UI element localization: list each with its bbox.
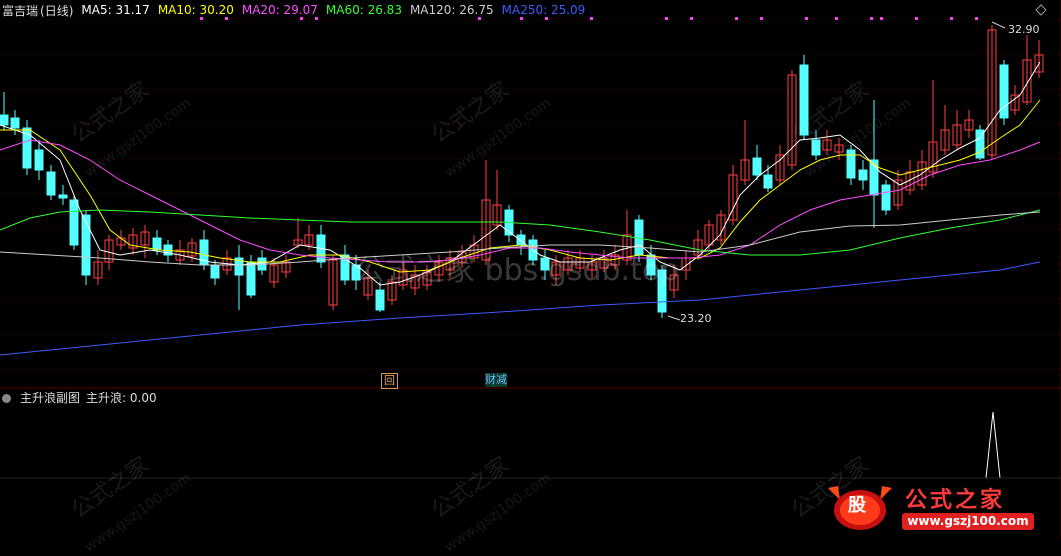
candle-body [799, 64, 809, 136]
candle-body [540, 257, 550, 271]
event-dot [880, 17, 883, 20]
logo-text: 公式之家 [905, 488, 1006, 513]
candle-body [246, 261, 256, 296]
event-dot [835, 17, 838, 20]
candle-body [81, 214, 91, 276]
sub-panel-indicator [0, 411, 1061, 479]
event-marker-financial[interactable]: 财减 [485, 373, 507, 387]
candle-body [10, 117, 20, 129]
candle-body [375, 289, 385, 311]
ma10-value: MA10: 30.20 [157, 3, 234, 17]
candle-body [69, 199, 79, 246]
ma250-line [0, 261, 1041, 356]
indicator-spike [985, 411, 1001, 479]
sub-panel-value: 主升浪: 0.00 [86, 390, 157, 405]
event-dot [915, 17, 918, 20]
low-pointer [667, 315, 681, 321]
candle-body [152, 237, 162, 251]
high-price-label: 32.90 [1008, 23, 1040, 36]
kline-chart[interactable] [0, 0, 1061, 537]
ma5-line [0, 61, 1041, 286]
ma250-value: MA250: 25.09 [501, 3, 586, 17]
low-price-label: 23.20 [680, 312, 712, 325]
candle-body [516, 234, 526, 246]
candle-body [763, 174, 773, 189]
candle-body [210, 264, 220, 279]
candle-body [999, 64, 1009, 119]
ma60-value: MA60: 26.83 [325, 3, 402, 17]
candle-body [858, 169, 868, 181]
ma120-value: MA120: 26.75 [409, 3, 494, 17]
sub-panel-legend: 主升浪副图 主升浪: 0.00 [2, 389, 157, 405]
candle-body [846, 149, 856, 179]
logo-url: www.gszj100.com [902, 513, 1034, 530]
candlesticks [0, 21, 1044, 321]
diamond-icon [1035, 4, 1047, 16]
event-dot [735, 17, 738, 20]
event-dot [975, 17, 978, 20]
candle-body [46, 171, 56, 196]
period-label[interactable]: (日线) [40, 2, 73, 19]
chevron-down-icon[interactable] [2, 393, 11, 403]
logo-emblem-text: 股 [848, 495, 866, 516]
candle-body [58, 194, 68, 199]
event-dot [690, 17, 693, 20]
candle-body [0, 114, 9, 126]
event-dot [870, 17, 873, 20]
event-dot [590, 17, 593, 20]
event-dot [760, 17, 763, 20]
main-legend: 富吉瑞 (日线) MA5: 31.17 MA10: 30.20 MA20: 29… [2, 2, 585, 18]
candle-body [881, 184, 891, 211]
stock-name[interactable]: 富吉瑞 [2, 2, 38, 19]
event-dot [665, 17, 668, 20]
ma5-value: MA5: 31.17 [81, 3, 150, 17]
event-dot [805, 17, 808, 20]
candle-body [811, 139, 821, 156]
high-pointer [991, 21, 1006, 29]
candle-body [657, 269, 667, 313]
event-marker-box[interactable]: 回 [381, 373, 398, 389]
event-dot [950, 17, 953, 20]
sub-panel-title[interactable]: 主升浪副图 [20, 389, 80, 406]
chart-grid [0, 0, 1061, 537]
ma20-value: MA20: 29.07 [241, 3, 318, 17]
candle-body [34, 149, 44, 171]
candle-body [752, 157, 762, 176]
